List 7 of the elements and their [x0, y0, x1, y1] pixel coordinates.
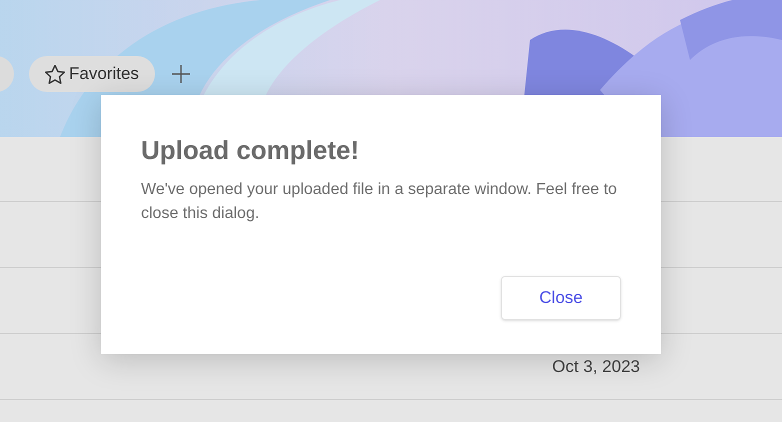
modified-date: Oct 3, 2023	[552, 356, 640, 378]
close-button[interactable]: Close	[501, 276, 621, 320]
star-icon	[45, 64, 65, 84]
favorites-chip[interactable]: Favorites	[29, 56, 155, 92]
dialog-title: Upload complete!	[141, 134, 360, 167]
add-icon[interactable]	[170, 64, 191, 84]
dialog-message: We've opened your uploaded file in a separate window. Feel free to close this dialog.	[141, 180, 618, 224]
